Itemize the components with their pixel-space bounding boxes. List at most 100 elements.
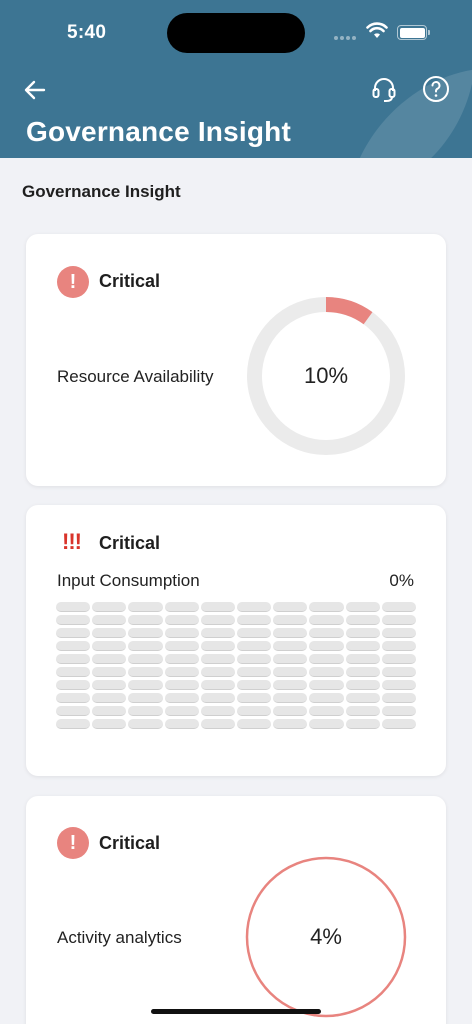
consumption-cell xyxy=(381,680,416,690)
consumption-cell xyxy=(273,667,308,677)
consumption-cell xyxy=(128,667,163,677)
consumption-cell xyxy=(345,641,380,651)
consumption-cell xyxy=(273,719,308,729)
consumption-cell xyxy=(56,641,91,651)
consumption-cell xyxy=(56,719,91,729)
consumption-cell xyxy=(92,615,127,625)
consumption-cell xyxy=(200,628,235,638)
triple-exclamation-icon: !!! xyxy=(62,529,82,554)
consumption-cell xyxy=(345,602,380,612)
consumption-cell xyxy=(164,680,199,690)
consumption-cell xyxy=(381,615,416,625)
consumption-cell xyxy=(381,641,416,651)
consumption-cell xyxy=(128,680,163,690)
consumption-cell xyxy=(381,602,416,612)
consumption-cell xyxy=(309,602,344,612)
consumption-cell xyxy=(200,641,235,651)
consumption-cell xyxy=(309,667,344,677)
activity-analytics-card[interactable]: ! Critical Activity analytics 4% xyxy=(26,796,446,1024)
consumption-cell xyxy=(200,602,235,612)
consumption-cell xyxy=(92,654,127,664)
consumption-cell xyxy=(56,615,91,625)
consumption-cell xyxy=(200,693,235,703)
consumption-cell xyxy=(345,719,380,729)
metric-label: Input Consumption xyxy=(57,571,200,590)
progress-value: 4% xyxy=(310,924,342,949)
status-label: Critical xyxy=(99,271,161,291)
consumption-cell xyxy=(237,693,272,703)
consumption-cell xyxy=(309,615,344,625)
consumption-cell xyxy=(92,693,127,703)
consumption-cell xyxy=(56,706,91,716)
home-indicator[interactable] xyxy=(151,1009,321,1014)
consumption-cell xyxy=(345,680,380,690)
consumption-cell xyxy=(345,706,380,716)
consumption-cell xyxy=(237,667,272,677)
consumption-cell xyxy=(56,654,91,664)
consumption-cell xyxy=(128,615,163,625)
progress-value: 10% xyxy=(303,363,349,388)
consumption-cell xyxy=(345,667,380,677)
cellular-signal-icon xyxy=(334,36,356,40)
consumption-cell xyxy=(237,602,272,612)
input-consumption-card[interactable]: !!! Critical Input Consumption 0% xyxy=(26,505,446,776)
consumption-cell xyxy=(345,615,380,625)
consumption-cell xyxy=(381,667,416,677)
status-time: 5:40 xyxy=(67,22,107,43)
exclamation-circle-icon: ! xyxy=(57,266,89,298)
consumption-cell xyxy=(92,719,127,729)
consumption-cell xyxy=(164,628,199,638)
consumption-grid xyxy=(56,602,416,729)
consumption-cell xyxy=(273,602,308,612)
consumption-cell xyxy=(309,706,344,716)
consumption-cell xyxy=(128,602,163,612)
consumption-cell xyxy=(273,615,308,625)
wifi-icon xyxy=(366,22,388,38)
consumption-cell xyxy=(345,628,380,638)
consumption-cell xyxy=(237,641,272,651)
consumption-cell xyxy=(200,654,235,664)
consumption-cell xyxy=(164,667,199,677)
status-label: Critical xyxy=(99,533,161,553)
resource-availability-card[interactable]: ! Critical Resource Availability 10% xyxy=(26,234,446,486)
back-arrow-icon[interactable] xyxy=(22,78,48,102)
consumption-cell xyxy=(200,615,235,625)
consumption-cell xyxy=(273,641,308,651)
consumption-cell xyxy=(56,628,91,638)
consumption-cell xyxy=(56,680,91,690)
consumption-cell xyxy=(164,693,199,703)
consumption-cell xyxy=(309,680,344,690)
consumption-cell xyxy=(164,615,199,625)
consumption-cell xyxy=(273,680,308,690)
metric-label: Resource Availability xyxy=(57,367,214,386)
help-circle-icon[interactable] xyxy=(422,75,450,103)
consumption-cell xyxy=(128,654,163,664)
consumption-cell xyxy=(273,706,308,716)
consumption-cell xyxy=(309,719,344,729)
consumption-cell xyxy=(381,628,416,638)
consumption-cell xyxy=(164,602,199,612)
consumption-cell xyxy=(345,654,380,664)
consumption-cell xyxy=(128,719,163,729)
consumption-cell xyxy=(164,654,199,664)
consumption-cell xyxy=(381,719,416,729)
consumption-cell xyxy=(164,706,199,716)
consumption-cell xyxy=(92,680,127,690)
consumption-cell xyxy=(381,706,416,716)
consumption-cell xyxy=(128,641,163,651)
consumption-cell xyxy=(309,628,344,638)
section-title: Governance Insight xyxy=(22,182,181,201)
leaf-watermark-icon xyxy=(359,69,472,158)
consumption-cell xyxy=(164,641,199,651)
consumption-cell xyxy=(200,719,235,729)
status-label: Critical xyxy=(99,833,161,853)
consumption-cell xyxy=(92,628,127,638)
consumption-cell xyxy=(237,680,272,690)
consumption-cell xyxy=(381,693,416,703)
metric-label: Activity analytics xyxy=(57,928,182,947)
exclamation-circle-icon: ! xyxy=(57,827,89,859)
consumption-value: 0% xyxy=(389,571,414,590)
page-title: Governance Insight xyxy=(26,116,291,147)
consumption-cell xyxy=(345,693,380,703)
headset-icon[interactable] xyxy=(370,75,398,103)
